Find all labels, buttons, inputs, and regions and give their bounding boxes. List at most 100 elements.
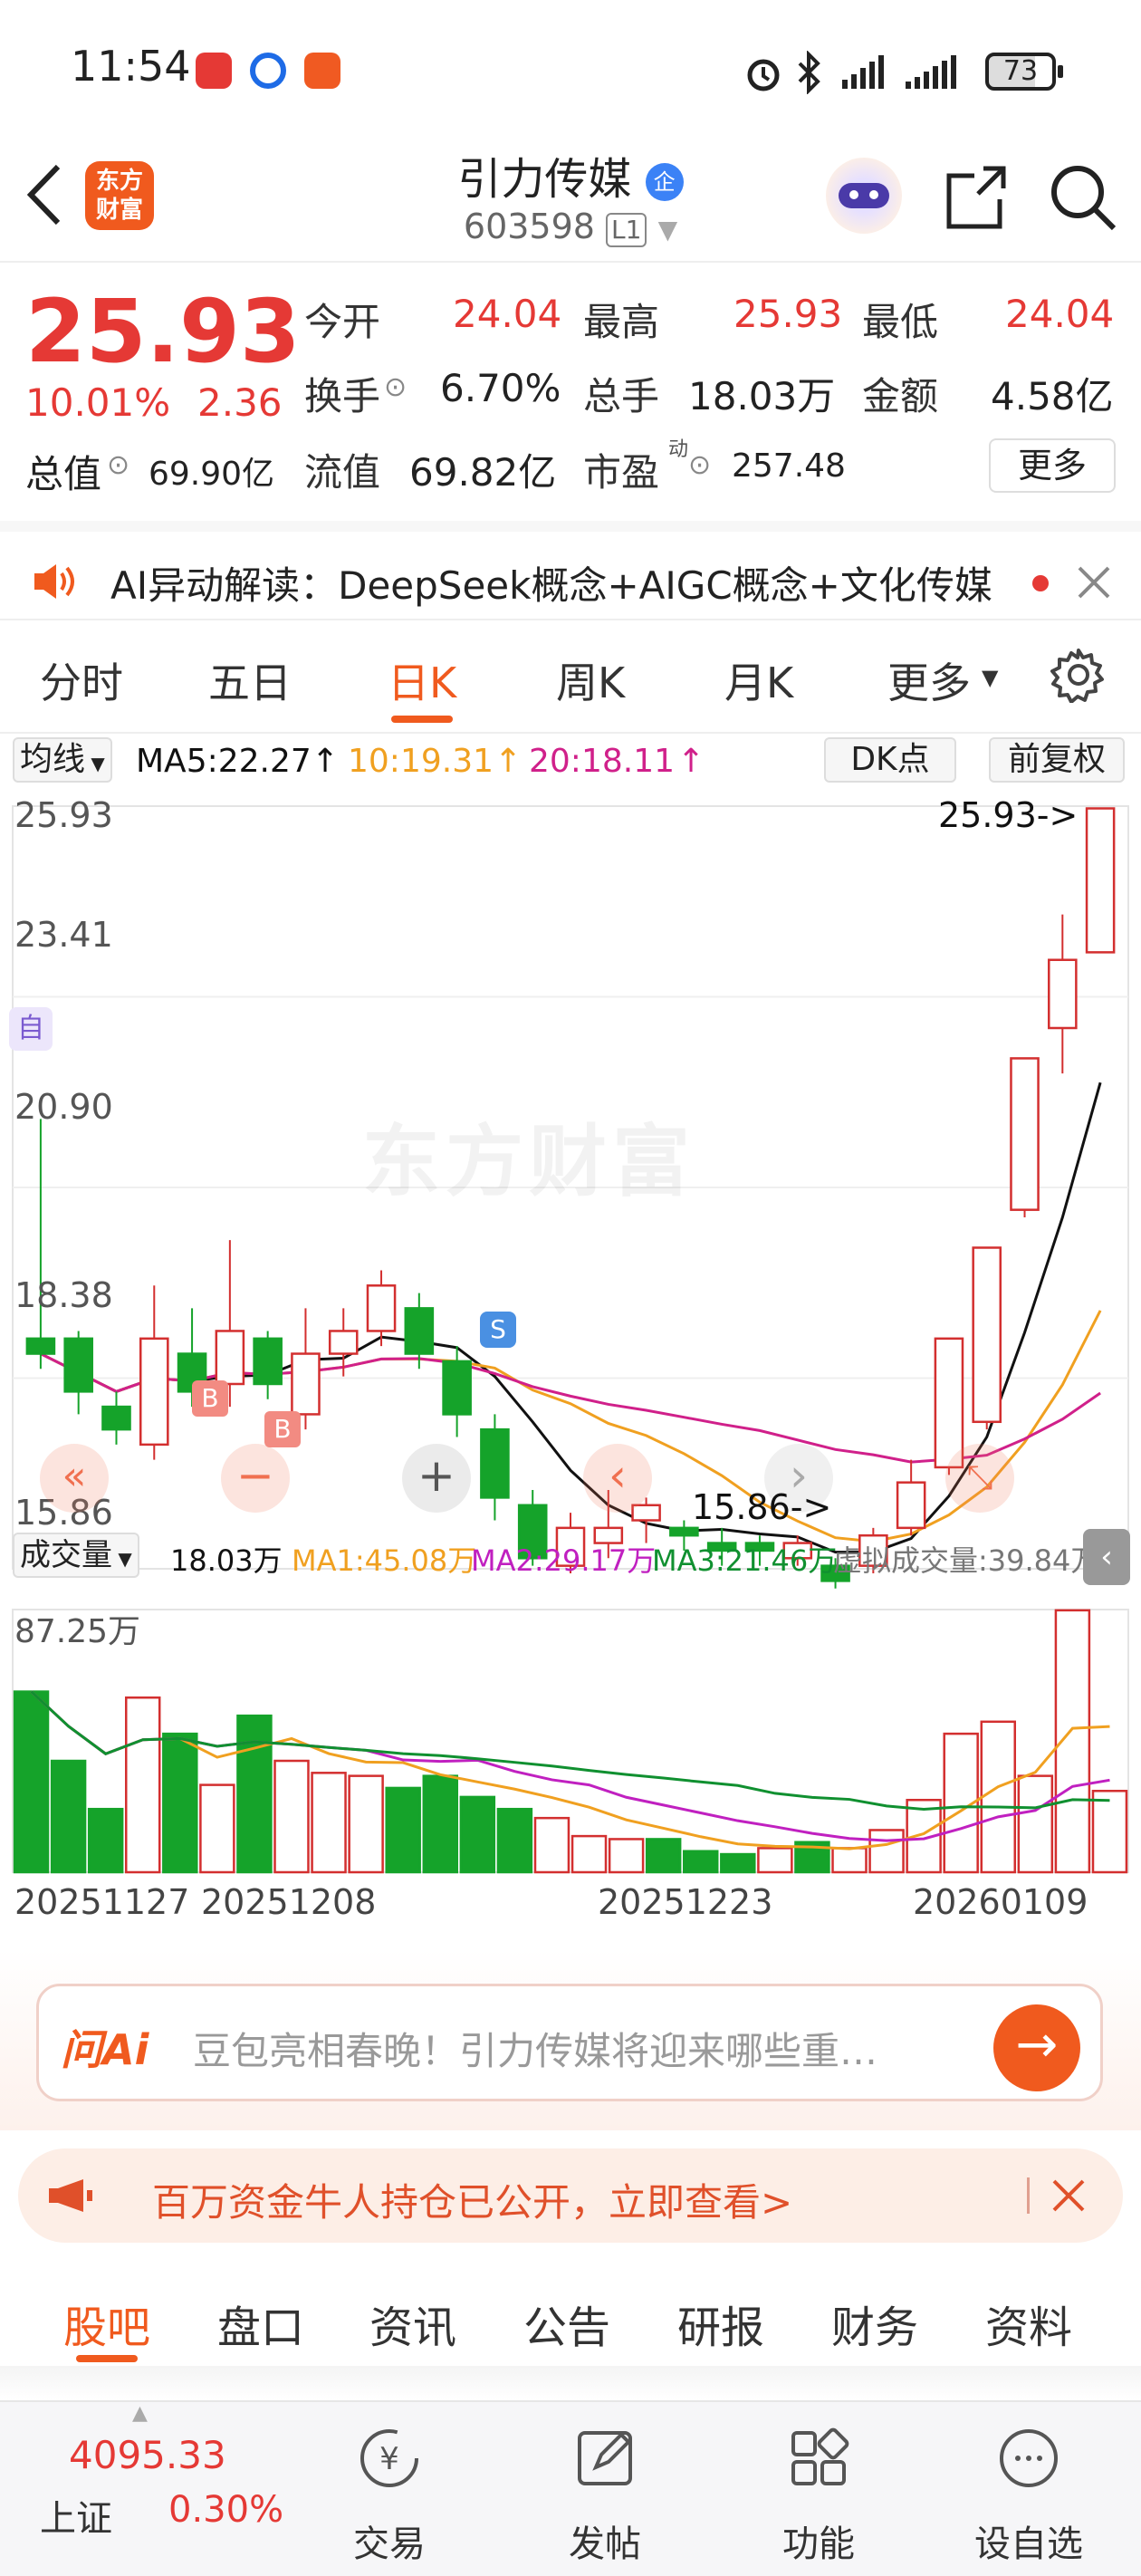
add-watchlist-label[interactable]: 设自选 xyxy=(965,2514,1092,2567)
collapse-panel-button[interactable]: ‹ xyxy=(1083,1529,1130,1585)
ma20-arrow: ↑ xyxy=(677,743,705,780)
close-icon[interactable] xyxy=(1050,2177,1087,2214)
nav-bar: 东方 财富 引力传媒 企 603598 L1 ▼ xyxy=(0,136,1141,263)
tab-five-day[interactable]: 五日 xyxy=(208,650,292,710)
high-value: 25.93 xyxy=(734,292,843,336)
alarm-icon xyxy=(747,59,780,91)
kline-canvas[interactable] xyxy=(0,790,1141,1949)
candle-body xyxy=(101,1405,131,1431)
candle-body xyxy=(25,1337,56,1355)
zoom-in-button[interactable]: + xyxy=(402,1444,471,1513)
add-watchlist-icon[interactable] xyxy=(965,2422,1092,2498)
candle-body xyxy=(139,1337,169,1447)
trade-label[interactable]: 交易 xyxy=(326,2514,453,2567)
volume-bar xyxy=(868,1829,905,1874)
volume-bar xyxy=(1017,1774,1054,1874)
pe-label: 市盈 xyxy=(583,450,660,495)
volume-bar xyxy=(162,1732,198,1874)
info-icon[interactable]: ⊙ xyxy=(384,371,407,403)
mktcap-value: 69.90亿 xyxy=(149,456,275,493)
fullscreen-button[interactable]: ⤡ xyxy=(945,1444,1014,1513)
index-value[interactable]: 4095.33 xyxy=(69,2433,226,2477)
share-icon[interactable] xyxy=(942,163,1009,230)
baidu-netdisk-icon xyxy=(250,53,286,89)
trade-icon[interactable]: ¥ xyxy=(326,2422,453,2498)
info-icon[interactable]: ⊙ xyxy=(688,449,711,481)
buy-marker-label: B xyxy=(201,1383,219,1413)
ma-selector[interactable]: 均线 ▼ xyxy=(13,737,112,783)
float-label: 流值 xyxy=(304,450,381,495)
huawei-store-icon xyxy=(196,53,232,89)
bottom-bar: ▲ 4095.33 上证 0.30% ¥ 交易 发帖 功能 设自选 xyxy=(0,2400,1141,2576)
svg-text:¥: ¥ xyxy=(379,2441,399,2477)
ai-ticker[interactable]: AI异动解读：DeepSeek概念+AIGC概念+文化传媒 xyxy=(0,521,1141,620)
change-percent: 10.01% xyxy=(25,380,171,425)
candle-body xyxy=(934,1337,964,1469)
triangle-down-icon: ▼ xyxy=(982,665,999,690)
tab-intraday[interactable]: 分时 xyxy=(40,650,123,710)
tab-more[interactable]: 更多 xyxy=(887,650,971,710)
volume-bar xyxy=(496,1807,533,1874)
more-button[interactable]: 更多 xyxy=(989,438,1116,493)
zoom-out-button[interactable]: − xyxy=(221,1444,290,1513)
y-label-max: 25.93 xyxy=(14,795,113,835)
pe-superscript: 动 xyxy=(668,438,689,461)
amount-label: 金额 xyxy=(862,374,939,418)
info-icon[interactable]: ⊙ xyxy=(107,449,129,481)
dk-point-button[interactable]: DK点 xyxy=(824,737,956,783)
arrow-right-icon[interactable]: → xyxy=(993,2004,1080,2091)
chevron-down-icon[interactable]: ▼ xyxy=(658,215,678,245)
search-icon[interactable] xyxy=(1047,161,1119,234)
date-label: 20251223 xyxy=(598,1882,773,1922)
volume-bar xyxy=(385,1786,421,1874)
function-grid-icon[interactable] xyxy=(755,2422,882,2498)
candle-body xyxy=(1085,807,1116,954)
tab-daily-k[interactable]: 日K xyxy=(388,650,456,710)
post-label[interactable]: 发帖 xyxy=(542,2514,668,2567)
volume-bar xyxy=(980,1720,1016,1874)
candle-body xyxy=(1010,1057,1040,1211)
status-time: 11:54 xyxy=(71,42,191,91)
tab-research[interactable]: 研报 xyxy=(677,2292,764,2355)
volume-bar xyxy=(1091,1790,1128,1874)
candle-body xyxy=(291,1352,321,1416)
volume-ma2: MA2:29.17万 xyxy=(471,1543,657,1578)
promo-banner[interactable]: 百万资金牛人持仓已公开，立即查看> xyxy=(18,2148,1123,2243)
date-label: 20251127 xyxy=(14,1882,190,1922)
ma5-value: MA5:22.27 xyxy=(136,743,312,780)
ticker-text: AI异动解读：DeepSeek概念+AIGC概念+文化传媒 xyxy=(110,563,992,608)
ai-input-placeholder[interactable]: 豆包亮相春晚！引力传媒将迎来哪些重… xyxy=(193,2021,877,2076)
close-icon[interactable] xyxy=(1076,564,1112,601)
ma10-arrow: ↑ xyxy=(494,743,523,780)
tab-monthly-k[interactable]: 月K xyxy=(724,650,793,710)
next-button[interactable]: › xyxy=(764,1444,833,1513)
quote-panel: 25.93 10.01% 2.36 总值 ⊙ 69.90亿 今开 24.04 最… xyxy=(0,264,1141,509)
volume-bar xyxy=(570,1834,608,1874)
prev-button[interactable]: ‹ xyxy=(583,1444,652,1513)
tab-announcements[interactable]: 公告 xyxy=(523,2292,610,2355)
volume-virtual: 虚拟成交量:39.84万 xyxy=(833,1543,1100,1578)
tab-weekly-k[interactable]: 周K xyxy=(556,650,625,710)
turnover-label: 换手 xyxy=(304,374,381,418)
tab-market-depth[interactable]: 盘口 xyxy=(217,2292,304,2355)
current-price: 25.93 xyxy=(25,281,301,382)
tab-finance[interactable]: 财务 xyxy=(831,2292,918,2355)
gear-icon[interactable] xyxy=(1050,647,1107,703)
post-icon[interactable] xyxy=(542,2422,668,2498)
adjust-button[interactable]: 前复权 xyxy=(989,737,1125,783)
dk-point-label: DK点 xyxy=(850,741,930,778)
candle-body xyxy=(896,1481,926,1530)
function-label[interactable]: 功能 xyxy=(755,2514,882,2567)
volume-selector[interactable]: 成交量 ▼ xyxy=(13,1533,139,1578)
ai-question-box[interactable]: 问Ai 豆包亮相春晚！引力传媒将迎来哪些重… → xyxy=(36,1984,1103,2101)
kline-chart[interactable]: 均线 ▼ MA5:22.27 ↑ 10:19.31 ↑ 20:18.11 ↑ D… xyxy=(0,735,1141,1949)
tab-profile[interactable]: 资料 xyxy=(985,2292,1072,2355)
candle-body xyxy=(669,1526,699,1537)
scroll-left-button[interactable]: « xyxy=(40,1444,109,1513)
volume-bar xyxy=(757,1847,793,1874)
robot-avatar-icon[interactable] xyxy=(826,158,902,234)
level-badge[interactable]: L1 xyxy=(606,213,647,247)
tab-news[interactable]: 资讯 xyxy=(369,2292,456,2355)
unread-dot xyxy=(1032,575,1049,591)
tab-forum[interactable]: 股吧 xyxy=(63,2292,150,2355)
